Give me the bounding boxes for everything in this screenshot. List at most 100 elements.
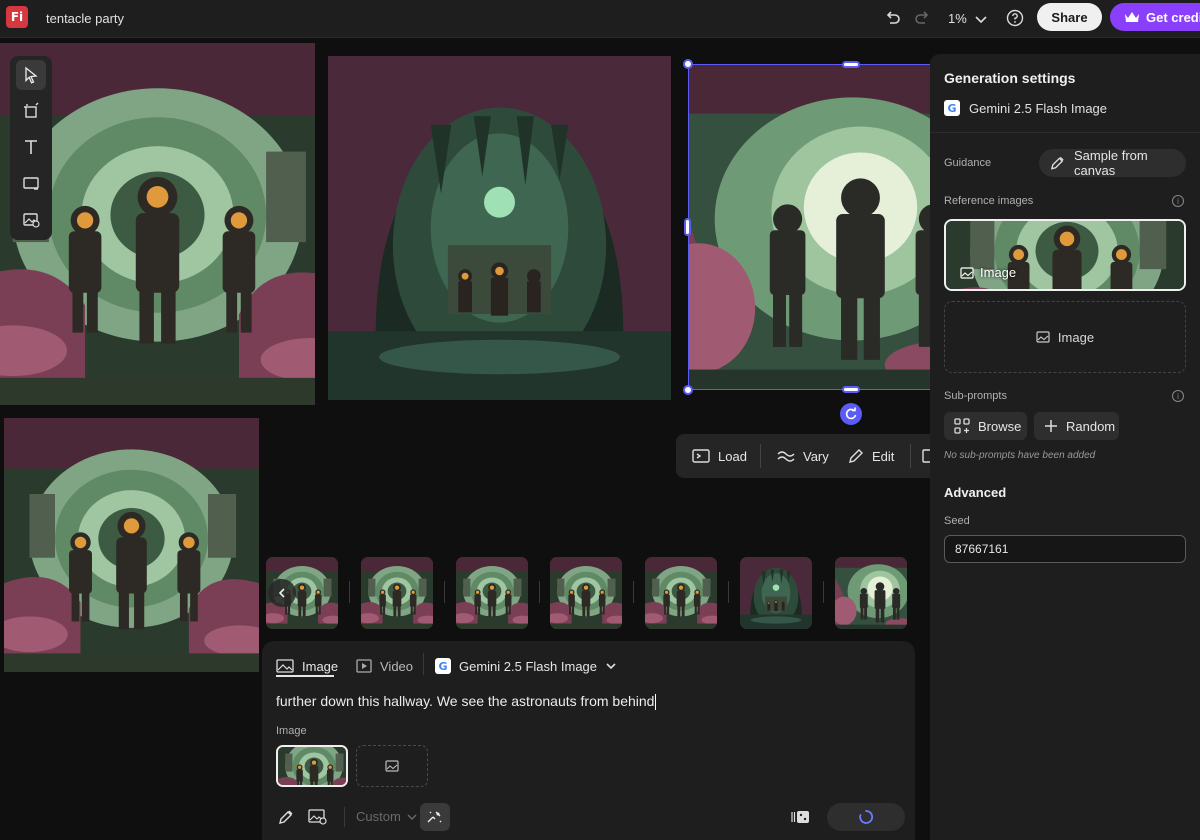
get-credits-label: Get credits — [1146, 9, 1200, 25]
model-dropdown[interactable]: G Gemini 2.5 Flash Image — [435, 655, 617, 677]
resize-handle-left[interactable] — [684, 218, 691, 236]
image-section-label: Image — [276, 725, 307, 737]
vary-label: Vary — [803, 448, 829, 464]
chevron-down-icon — [606, 663, 616, 670]
redo-icon[interactable] — [912, 8, 932, 28]
text-icon[interactable] — [16, 132, 46, 162]
resize-handle-bottom-left[interactable] — [683, 385, 693, 395]
divider — [349, 581, 350, 603]
load-button[interactable]: Load — [692, 434, 747, 478]
prompt-reference-image[interactable] — [276, 745, 348, 787]
history-thumbnail[interactable] — [550, 557, 622, 629]
rotate-icon[interactable] — [840, 403, 862, 425]
divider — [910, 444, 911, 468]
seed-label: Seed — [944, 515, 970, 527]
divider — [344, 807, 345, 827]
tab-image-label: Image — [302, 658, 339, 674]
tab-image[interactable]: Image — [276, 655, 338, 677]
dice-icon[interactable] — [789, 805, 813, 829]
divider — [760, 444, 761, 468]
select-icon[interactable] — [16, 60, 46, 90]
resize-handle-top[interactable] — [842, 61, 860, 68]
edit-button[interactable]: Edit — [848, 434, 894, 478]
top-bar: Fi tentacle party 1% Share Get credits — [0, 0, 1200, 38]
image-action-bar: Load Vary Edit — [676, 434, 936, 478]
load-icon — [692, 449, 710, 463]
divider — [930, 132, 1200, 133]
artboard-icon[interactable] — [16, 96, 46, 126]
edit-label: Edit — [872, 448, 895, 464]
google-logo-icon: G — [435, 658, 451, 674]
tool-palette — [10, 56, 52, 240]
sample-from-canvas-label: Sample from canvas — [1074, 148, 1148, 178]
info-icon[interactable]: i — [1172, 390, 1184, 402]
document-title[interactable]: tentacle party — [46, 11, 124, 26]
video-icon — [356, 659, 372, 673]
generate-image-icon[interactable] — [16, 204, 46, 234]
image-icon — [1036, 331, 1050, 343]
canvas-image-selected[interactable] — [689, 65, 951, 389]
reference-image-slot-empty[interactable]: Image — [944, 301, 1186, 373]
model-dropdown-label: Gemini 2.5 Flash Image — [459, 658, 598, 674]
resize-handle-top-left[interactable] — [683, 59, 693, 69]
undo-icon[interactable] — [883, 8, 903, 28]
text-caret — [655, 694, 657, 711]
prompt-panel: Image Video G Gemini 2.5 Flash Image fur… — [262, 641, 915, 840]
vary-button[interactable]: Vary — [777, 434, 829, 478]
load-label: Load — [718, 448, 747, 464]
settings-model-label: Gemini 2.5 Flash Image — [969, 100, 1108, 116]
app-logo[interactable]: Fi — [6, 6, 28, 28]
history-thumbnail[interactable] — [361, 557, 433, 629]
chevron-left-icon[interactable] — [268, 579, 296, 607]
help-icon[interactable] — [1005, 8, 1025, 28]
eyedropper-icon[interactable] — [274, 805, 298, 829]
resize-handle-bottom[interactable] — [842, 386, 860, 393]
history-thumbnail[interactable] — [645, 557, 717, 629]
prompt-text: further down this hallway. We see the as… — [276, 693, 655, 709]
browse-button[interactable]: Browse — [944, 412, 1027, 440]
browse-label: Browse — [978, 418, 1022, 434]
sample-from-canvas-button[interactable]: Sample from canvas — [1039, 148, 1186, 178]
divider — [444, 581, 445, 603]
prompt-input[interactable]: further down this hallway. We see the as… — [276, 693, 657, 711]
vary-icon — [777, 451, 795, 462]
image-settings-icon[interactable] — [306, 805, 330, 829]
tab-video[interactable]: Video — [356, 655, 413, 677]
tab-video-label: Video — [380, 658, 414, 674]
random-button[interactable]: Random — [1034, 412, 1119, 440]
google-logo-icon: G — [944, 100, 960, 116]
sub-prompts-label: Sub-prompts — [944, 390, 1007, 402]
divider — [823, 581, 824, 603]
generation-settings-panel: Generation settings G Gemini 2.5 Flash I… — [930, 54, 1200, 840]
seed-input[interactable] — [944, 535, 1186, 563]
chevron-down-icon[interactable] — [971, 9, 991, 29]
divider — [539, 581, 540, 603]
history-thumbnail[interactable] — [835, 557, 907, 629]
canvas-image-hallway-copy[interactable] — [4, 418, 259, 672]
grid-icon — [954, 418, 970, 434]
eyedropper-icon — [1050, 156, 1064, 170]
advanced-heading: Advanced — [944, 485, 1007, 500]
info-icon[interactable]: i — [1172, 195, 1184, 207]
add-reference-image-slot[interactable] — [356, 745, 428, 787]
history-thumbnail[interactable] — [456, 557, 528, 629]
share-button[interactable]: Share — [1037, 3, 1102, 31]
reference-images-label: Reference images — [944, 195, 1034, 207]
style-controls-icon[interactable] — [420, 803, 450, 831]
reference-image-empty-text: Image — [1057, 329, 1095, 345]
zoom-level[interactable]: 1% — [948, 11, 967, 26]
canvas-image-cave[interactable] — [328, 56, 671, 400]
guidance-label: Guidance — [944, 157, 992, 169]
generate-button[interactable] — [827, 803, 905, 831]
get-credits-button[interactable]: Get credits — [1110, 3, 1200, 31]
style-dropdown[interactable]: Custom — [356, 809, 417, 824]
history-thumbnail[interactable] — [740, 557, 812, 629]
shape-icon[interactable] — [16, 168, 46, 198]
random-label: Random — [1066, 418, 1116, 434]
style-dropdown-label: Custom — [356, 809, 401, 824]
image-icon — [385, 760, 399, 772]
settings-model[interactable]: G Gemini 2.5 Flash Image — [944, 100, 1107, 116]
divider — [633, 581, 634, 603]
active-tab-indicator — [276, 675, 334, 677]
reference-image-slot-filled[interactable]: Image — [944, 219, 1186, 291]
